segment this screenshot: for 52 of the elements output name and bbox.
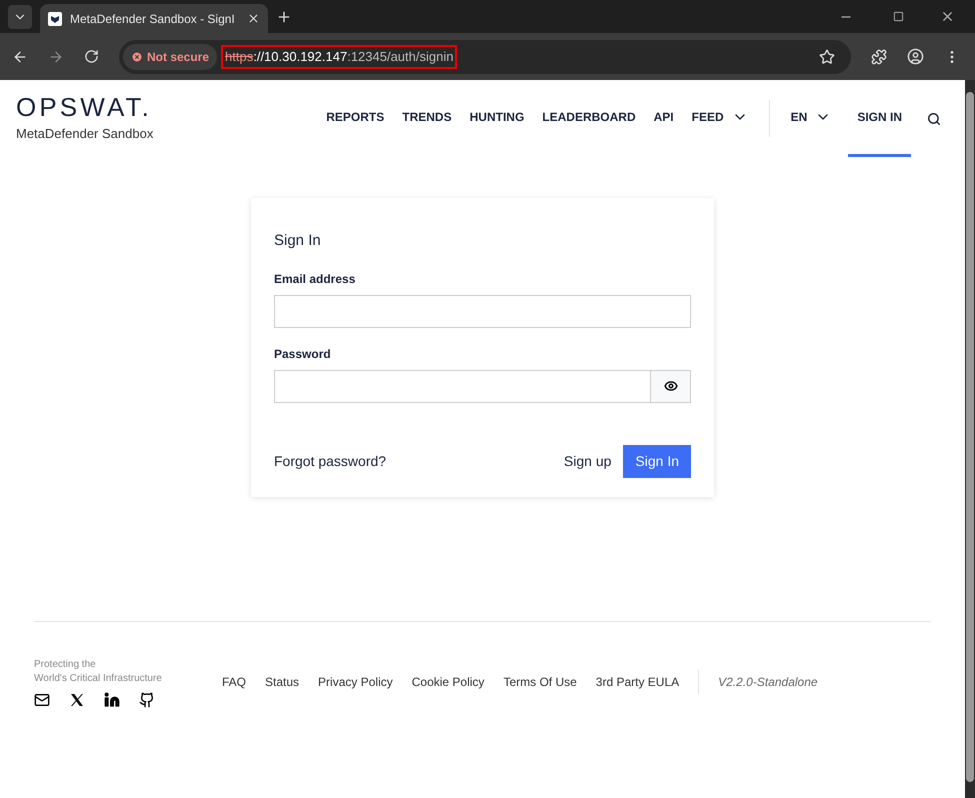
- nav-link[interactable]: API: [644, 80, 683, 157]
- reload-icon[interactable]: [84, 49, 99, 64]
- password-field[interactable]: [274, 370, 651, 402]
- tagline-text: Protecting the: [34, 658, 97, 672]
- maximize-icon[interactable]: [893, 11, 904, 22]
- footer-link[interactable]: Status: [265, 673, 300, 691]
- address-bar[interactable]: Not secure https://10.30.192.147:12345/auth/signin: [119, 40, 851, 74]
- version-text: V2.2.0-Standalone: [718, 674, 818, 691]
- github-icon[interactable]: [139, 692, 155, 708]
- browser-tab[interactable]: MetaDefender Sandbox - SignI: [40, 4, 268, 33]
- opswat-logo: OPSWAT.: [16, 94, 153, 120]
- forgot-password-link[interactable]: Forgot password?: [274, 450, 386, 472]
- show-password-button[interactable]: [651, 370, 691, 402]
- tab-title: MetaDefender Sandbox - SignI: [70, 10, 236, 28]
- nav-link[interactable]: TRENDS: [393, 80, 461, 157]
- email-label: Email address: [274, 270, 356, 288]
- tagline-text: World's Critical Infrastructure: [34, 672, 163, 686]
- profile-icon[interactable]: [907, 48, 924, 65]
- nav-link[interactable]: FEED: [682, 80, 757, 157]
- nav-link[interactable]: LEADERBOARD: [533, 80, 645, 157]
- extensions-icon[interactable]: [871, 48, 887, 64]
- footer-link[interactable]: Privacy Policy: [318, 673, 393, 691]
- security-label: Not secure: [147, 48, 210, 66]
- mail-icon[interactable]: [34, 692, 50, 708]
- warning-icon: [131, 50, 143, 62]
- url-text: https://10.30.192.147:12345/auth/signin: [225, 48, 454, 66]
- shield-icon: [48, 12, 62, 26]
- email-field[interactable]: [274, 294, 691, 328]
- form-title: Sign In: [274, 231, 322, 251]
- close-window-icon[interactable]: [940, 9, 955, 24]
- language-selector[interactable]: EN: [782, 80, 840, 157]
- x-logo-icon[interactable]: [69, 692, 85, 708]
- footer-link[interactable]: FAQ: [222, 673, 246, 691]
- forward-icon[interactable]: [48, 48, 64, 64]
- eye-icon: [664, 379, 678, 393]
- footer-link[interactable]: Cookie Policy: [412, 673, 484, 691]
- tab-search-button[interactable]: [8, 4, 32, 28]
- back-icon[interactable]: [12, 48, 28, 64]
- product-name: MetaDefender Sandbox: [16, 124, 154, 143]
- search-icon[interactable]: [927, 112, 941, 126]
- nav-link[interactable]: REPORTS: [317, 80, 394, 157]
- linkedin-icon[interactable]: [104, 692, 120, 708]
- security-chip[interactable]: Not secure: [123, 44, 218, 70]
- close-tab-icon[interactable]: [247, 12, 260, 25]
- sign-up-link[interactable]: Sign up: [564, 450, 612, 472]
- footer-link[interactable]: Terms Of Use: [503, 673, 577, 691]
- new-tab-icon[interactable]: [276, 8, 292, 24]
- sign-in-button[interactable]: Sign In: [623, 444, 691, 478]
- nav-link[interactable]: HUNTING: [460, 80, 534, 157]
- password-label: Password: [274, 346, 332, 362]
- footer-link[interactable]: 3rd Party EULA: [596, 673, 680, 691]
- bookmark-icon[interactable]: [819, 48, 835, 64]
